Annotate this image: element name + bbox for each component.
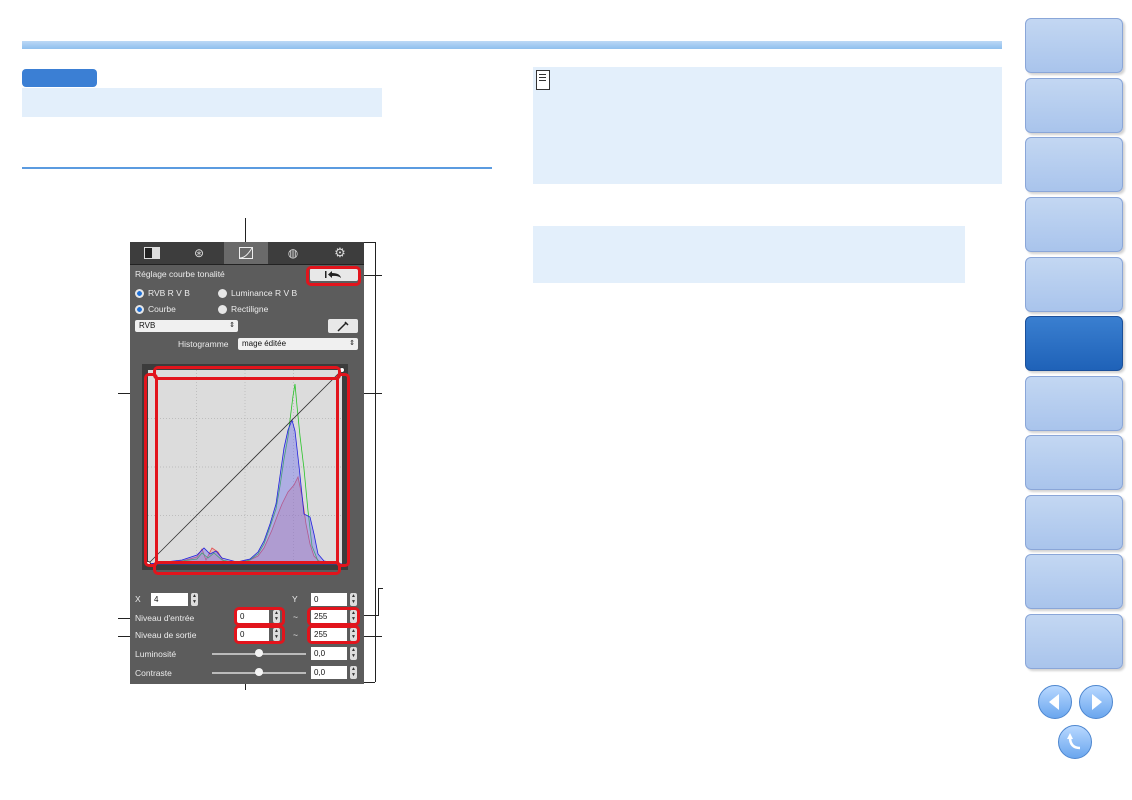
brightness-slider-handle[interactable] [255,649,263,657]
contrast-stepper[interactable]: ▲ ▼ [350,666,357,679]
eyedropper-button[interactable] [328,319,358,333]
brightness-stepper[interactable]: ▲ ▼ [350,647,357,660]
highlight-left-edge [144,373,158,567]
luminance-mode-label: Luminance R V B [231,288,298,298]
contrast-input[interactable]: 0,0 [311,666,347,679]
rgb-mode-label: RVB R V B [148,288,190,298]
header-bar [22,41,1002,49]
memo-icon [536,70,550,90]
output-range-tilde: ~ [293,630,298,640]
arrow-right-icon [1092,694,1102,710]
tab-color-adjust[interactable]: ◍ [271,242,315,264]
sidebar-tab-9[interactable] [1025,495,1123,550]
section-badge [22,69,97,87]
info-note-box [533,226,965,283]
input-range-tilde: ~ [293,612,298,622]
radio-luminance-mode[interactable] [218,289,227,298]
tab-tone-curve[interactable] [224,242,268,264]
select-arrow-icon: ⇕ [229,322,235,329]
x-label: X [135,594,141,604]
y-input[interactable]: 0 [311,593,347,606]
highlight-output-min [234,625,285,644]
highlight-input-min [234,607,285,626]
panel-bracket-top [364,242,375,243]
radio-linear[interactable] [218,305,227,314]
tab-basic-adjust[interactable] [130,242,174,264]
highlight-right-edge [336,373,350,567]
panel-bracket-bottom [364,682,375,683]
subtitle-box [22,88,382,117]
histogram-label: Histogramme [178,339,229,349]
sidebar-tab-3[interactable] [1025,137,1123,192]
input-level-label: Niveau d'entrée [135,613,195,623]
callout-input-max-bracket [378,588,379,615]
histogram-select-value: mage éditée [242,339,287,348]
tone-curve-graph[interactable] [142,364,348,570]
highlight-top-edge [153,366,341,380]
output-level-label: Niveau de sortie [135,630,197,640]
prev-page-button[interactable] [1038,685,1072,719]
tab-settings[interactable]: ⚙ [318,242,362,264]
sidebar-tab-11[interactable] [1025,614,1123,669]
curve-plot-frame [142,364,348,570]
highlight-output-max [307,625,360,644]
panel-bracket [375,242,376,682]
histogram-select[interactable]: mage éditée ⇕ [238,338,358,350]
highlight-input-max [307,607,360,626]
brightness-input[interactable]: 0,0 [311,647,347,660]
highlight-bottom-edge [153,561,341,575]
select-arrow-icon: ⇕ [349,340,355,347]
panel-title: Réglage courbe tonalité [135,269,225,279]
tone-curve-icon [239,247,253,259]
radio-curve[interactable] [135,305,144,314]
arrow-left-icon [1049,694,1059,710]
sidebar-tab-4[interactable] [1025,197,1123,252]
tool-palette-tabs: ⊛ ◍ ⚙ [130,242,364,265]
memo-note-box [533,67,1002,184]
eyedropper-icon [337,321,349,332]
x-stepper[interactable]: ▲ ▼ [191,593,198,606]
brightness-label: Luminosité [135,649,177,659]
y-stepper[interactable]: ▲ ▼ [350,593,357,606]
contrast-slider-handle[interactable] [255,668,263,676]
basic-adjust-icon [144,247,160,259]
linear-label: Rectiligne [231,304,269,314]
color-adjust-icon: ◍ [287,246,299,260]
contrast-label: Contraste [135,668,172,678]
return-button[interactable] [1058,725,1092,759]
section-divider [22,167,492,169]
x-input[interactable]: 4 [151,593,188,606]
return-arrow-icon [1067,733,1081,750]
y-label: Y [292,594,298,604]
sidebar-tab-7[interactable] [1025,376,1123,431]
sidebar-tab-8[interactable] [1025,435,1123,490]
curve-label: Courbe [148,304,176,314]
sidebar-tab-1[interactable] [1025,18,1123,73]
highlight-reset-button [306,266,361,286]
tab-sharpness[interactable]: ⊛ [177,242,221,264]
sidebar-tab-5[interactable] [1025,257,1123,312]
next-page-button[interactable] [1079,685,1113,719]
radio-rgb-mode[interactable] [135,289,144,298]
channel-select-value: RVB [139,321,156,330]
callout-input-max-tick [378,588,383,589]
channel-select[interactable]: RVB ⇕ [135,320,238,332]
sidebar-tab-6-active[interactable] [1025,316,1123,371]
sharpness-icon: ⊛ [193,246,205,260]
sidebar-tab-10[interactable] [1025,554,1123,609]
settings-gear-icon: ⚙ [334,245,346,260]
sidebar-tab-2[interactable] [1025,78,1123,133]
